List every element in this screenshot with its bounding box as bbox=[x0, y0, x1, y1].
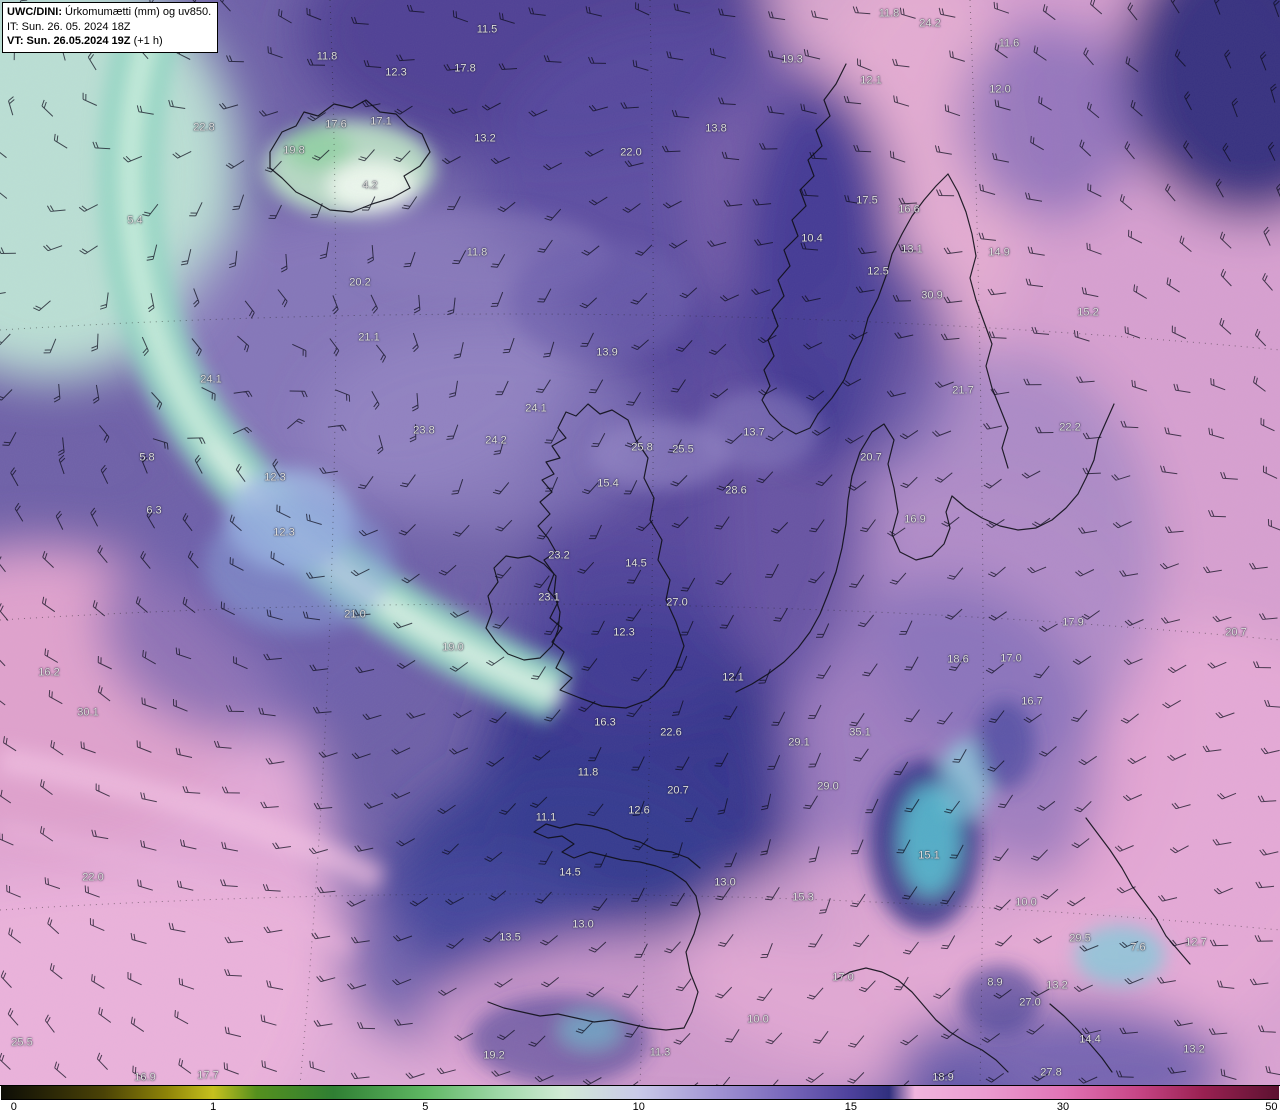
init-time: IT: Sun. 26. 05. 2024 18Z bbox=[7, 20, 211, 35]
noise-texture bbox=[0, 0, 1280, 1085]
weather-map-screenshot: 11.511.824.211.619.311.812.317.812.112.0… bbox=[0, 0, 1280, 1115]
colorbar-tick: 50 bbox=[1265, 1100, 1277, 1115]
colorbar-tick: 15 bbox=[845, 1100, 857, 1115]
colorbar-gradient bbox=[1, 1086, 1279, 1100]
product-name: Úrkomumætti (mm) og uv850. bbox=[62, 6, 211, 18]
model-name: UWC/DINI: bbox=[7, 6, 62, 18]
valid-time: VT: Sun. 26.05.2024 19Z bbox=[7, 35, 131, 47]
colorbar-tick: 1 bbox=[210, 1100, 216, 1115]
colorbar: 01510153050 bbox=[0, 1085, 1280, 1115]
title-box: UWC/DINI: Úrkomumætti (mm) og uv850. IT:… bbox=[2, 2, 218, 53]
colorbar-tick-labels: 01510153050 bbox=[1, 1100, 1279, 1115]
model-product-line: UWC/DINI: Úrkomumætti (mm) og uv850. bbox=[7, 5, 211, 20]
colorbar-tick: 10 bbox=[633, 1100, 645, 1115]
valid-time-line: VT: Sun. 26.05.2024 19Z (+1 h) bbox=[7, 34, 211, 49]
colorbar-tick: 5 bbox=[422, 1100, 428, 1115]
colorbar-tick: 0 bbox=[11, 1100, 17, 1115]
precipitation-field-svg bbox=[0, 0, 1280, 1085]
colorbar-tick: 30 bbox=[1057, 1100, 1069, 1115]
map-area: 11.511.824.211.619.311.812.317.812.112.0… bbox=[0, 0, 1280, 1085]
valid-offset: (+1 h) bbox=[131, 35, 163, 47]
